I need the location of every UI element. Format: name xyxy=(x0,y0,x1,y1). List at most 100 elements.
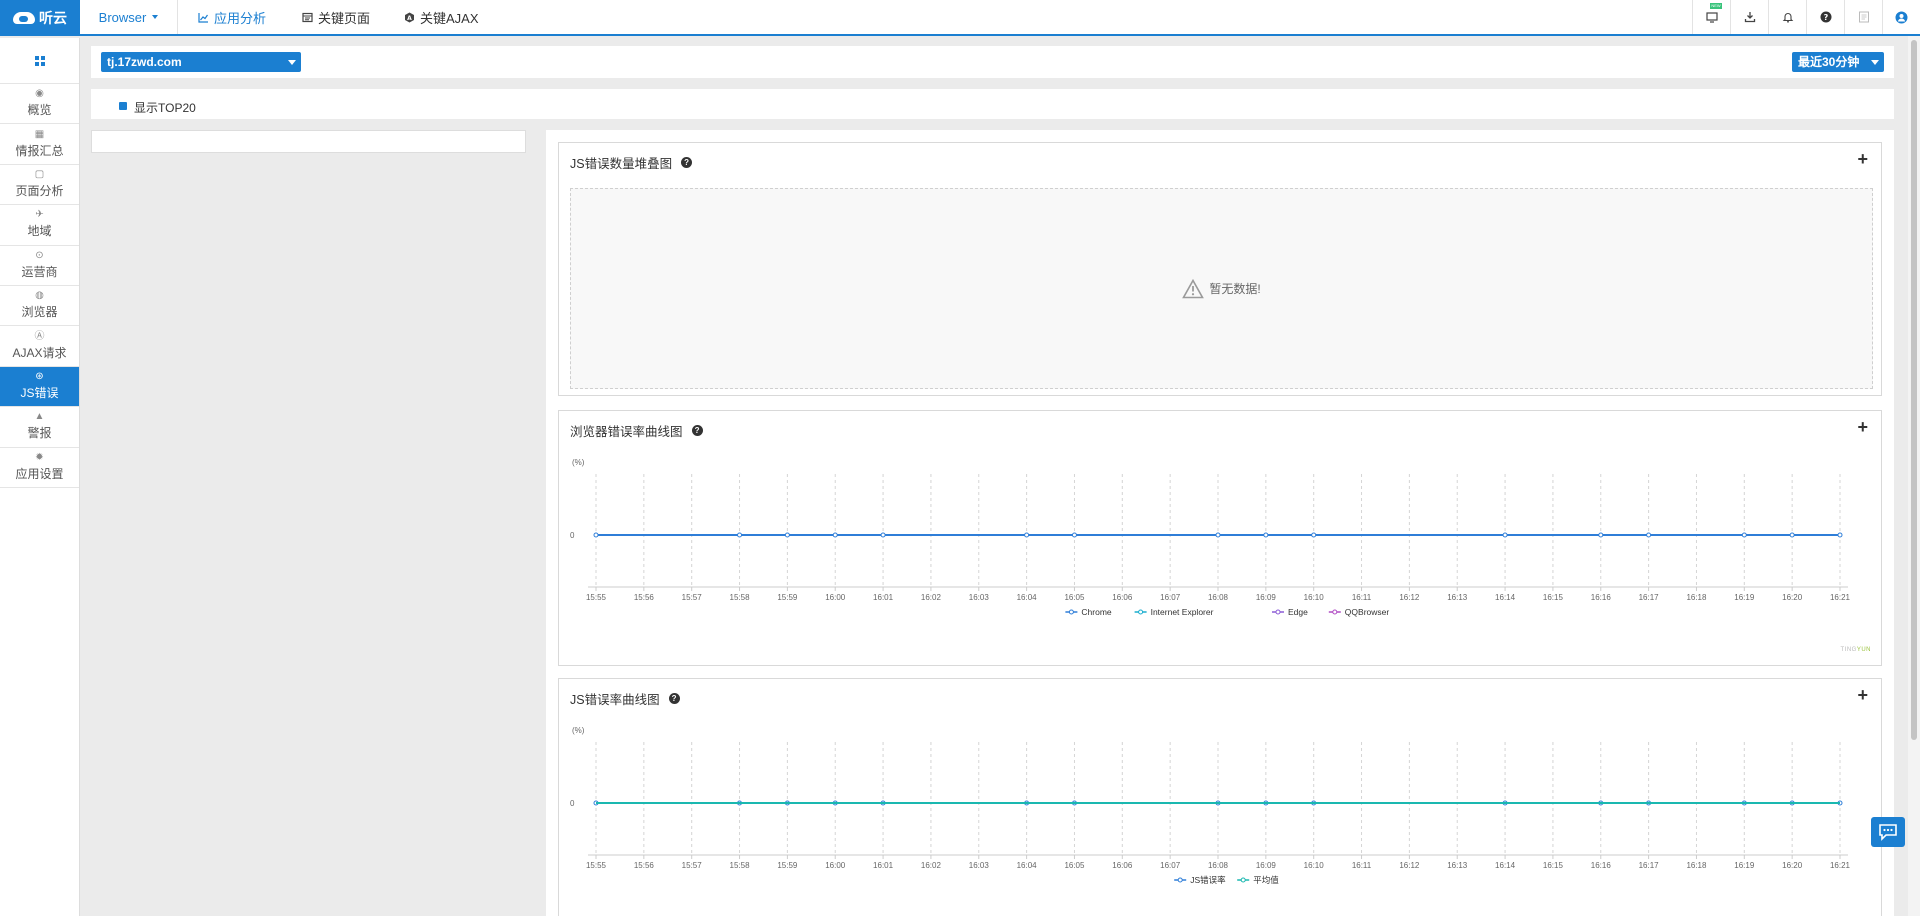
data-point[interactable] xyxy=(1598,532,1604,538)
sidebar-item-1[interactable]: ▦ 情报汇总 xyxy=(0,124,79,165)
add-to-dashboard-button[interactable]: + xyxy=(1857,150,1868,168)
legend-item-0[interactable]: Chrome xyxy=(1065,607,1112,617)
x-tick-label: 16:17 xyxy=(1639,861,1660,870)
help-icon[interactable]: ? xyxy=(681,157,693,168)
sidebar-item-label: 浏览器 xyxy=(21,305,58,320)
x-tick-label: 16:19 xyxy=(1734,593,1755,602)
data-point[interactable] xyxy=(1263,532,1269,538)
sidebar-app-grid-button[interactable] xyxy=(0,38,79,84)
legend-label: Edge xyxy=(1288,607,1308,617)
data-point[interactable] xyxy=(1071,532,1077,538)
caret-down-icon xyxy=(1871,60,1879,65)
watermark-suffix: YUN xyxy=(1856,647,1871,653)
x-tick-label: 16:15 xyxy=(1543,861,1564,870)
app-select-dropdown[interactable]: tj.17zwd.com xyxy=(101,52,301,72)
legend-marker xyxy=(1275,609,1281,615)
legend-item-1[interactable]: Internet Explorer xyxy=(1134,607,1214,617)
sidebar-item-9[interactable]: ✹ 应用设置 xyxy=(0,448,79,488)
ajax-icon: A xyxy=(405,12,414,22)
x-tick-label: 15:59 xyxy=(777,861,798,870)
data-point[interactable] xyxy=(880,532,886,538)
x-tick-label: 16:15 xyxy=(1543,593,1564,602)
bell-icon xyxy=(1782,13,1793,23)
sidebar-item-8[interactable]: ▲ 警报 xyxy=(0,407,79,448)
nav-label: 应用分析 xyxy=(214,10,267,26)
sidebar-item-label: AJAX请求 xyxy=(12,345,67,360)
x-tick-label: 16:16 xyxy=(1591,593,1612,602)
sidebar-item-label: 地域 xyxy=(27,224,52,239)
legend-item-3[interactable]: QQBrowser xyxy=(1328,607,1390,617)
legend-label: JS错误率 xyxy=(1190,875,1226,885)
x-tick-label: 16:00 xyxy=(825,861,846,870)
legend-label: Chrome xyxy=(1081,607,1112,617)
watermark-prefix: TING xyxy=(1840,647,1857,653)
sidebar-item-5[interactable]: ◍ 浏览器 xyxy=(0,286,79,327)
data-point[interactable] xyxy=(1502,532,1508,538)
x-tick-label: 15:56 xyxy=(634,593,655,602)
notifications-button[interactable] xyxy=(1768,0,1806,34)
data-point[interactable] xyxy=(593,532,599,538)
sidebar-menu: ◉ 概览 ▦ 情报汇总 ▢ 页面分析 ✈ 地域 ⊙ 运营商 ◍ 浏览器 Ⓐ AJAX请求 ⊛ JS错误 ▲ 警报 ✹… xyxy=(0,84,79,488)
data-point[interactable] xyxy=(832,532,838,538)
sidebar-item-6[interactable]: Ⓐ AJAX请求 xyxy=(0,326,79,367)
data-point[interactable] xyxy=(1646,532,1652,538)
options-bar: 显示TOP20 xyxy=(91,89,1894,119)
legend-item-0[interactable]: JS错误率 xyxy=(1174,875,1226,885)
x-tick-label: 16:18 xyxy=(1686,593,1707,602)
x-tick-label: 16:14 xyxy=(1495,861,1516,870)
data-point[interactable] xyxy=(1215,532,1221,538)
show-top20-label: 显示TOP20 xyxy=(134,101,196,115)
data-point[interactable] xyxy=(784,532,790,538)
js-error-rate-chart: (%) 0 15:55 15:56 15:57 15:58 15:59 16:00 16:01 1… xyxy=(570,726,1851,885)
legend-item-1[interactable]: 平均值 xyxy=(1237,875,1279,885)
help-button[interactable]: ? xyxy=(1806,0,1844,34)
x-tick-label: 16:06 xyxy=(1112,861,1133,870)
data-point[interactable] xyxy=(737,532,743,538)
sidebar-item-7[interactable]: ⊛ JS错误 xyxy=(0,366,79,408)
help-icon: ? xyxy=(1820,11,1831,23)
sidebar-item-2[interactable]: ▢ 页面分析 xyxy=(0,165,79,206)
x-tick-label: 16:02 xyxy=(921,593,942,602)
data-point[interactable] xyxy=(1741,532,1747,538)
nav-key-ajax[interactable]: A 关键AJAX xyxy=(404,0,479,34)
data-point[interactable] xyxy=(1789,532,1795,538)
x-tick-label: 16:05 xyxy=(1064,593,1085,602)
download-button[interactable] xyxy=(1730,0,1768,34)
x-tick-label: 16:04 xyxy=(1017,861,1038,870)
nav-app-analysis[interactable]: 应用分析 xyxy=(198,0,266,34)
product-menu-label: Browser xyxy=(98,9,147,25)
x-tick-label: 16:21 xyxy=(1830,593,1851,602)
chat-support-button[interactable] xyxy=(1871,817,1905,847)
browser-error-rate-chart: (%) 0 15:55 15:56 15:57 15:58 15:59 16:00 16:01 1… xyxy=(570,458,1851,617)
product-switch-menu[interactable]: Browser xyxy=(80,0,178,34)
data-point[interactable] xyxy=(1311,532,1317,538)
scrollbar-thumb[interactable] xyxy=(1911,40,1917,740)
show-top20-checkbox[interactable] xyxy=(119,102,127,110)
data-point[interactable] xyxy=(1024,532,1030,538)
x-tick-label: 16:05 xyxy=(1064,861,1085,870)
signal-icon: ⊙ xyxy=(35,249,44,261)
report-button[interactable] xyxy=(1844,0,1882,34)
time-range-dropdown[interactable]: 最近30分钟 xyxy=(1792,52,1884,72)
nav-key-pages[interactable]: 关键页面 xyxy=(302,0,370,34)
data-point[interactable] xyxy=(1837,532,1843,538)
eye-icon: ◉ xyxy=(35,88,44,100)
x-tick-label: 16:16 xyxy=(1591,861,1612,870)
js-error-rate-card: JS错误率曲线图? + (%) 0 15:55 15:56 15:57 15:58 15:5… xyxy=(558,678,1882,916)
page-scrollbar[interactable] xyxy=(1908,36,1920,916)
sidebar-item-3[interactable]: ✈ 地域 xyxy=(0,205,79,246)
user-account-button[interactable] xyxy=(1882,0,1920,34)
sidebar-item-0[interactable]: ◉ 概览 xyxy=(0,84,79,125)
caret-down-icon xyxy=(288,60,296,65)
browser-error-rate-card: 浏览器错误率曲线图? + (%) 0 15:55 15:56 15:57 15:58 15:… xyxy=(558,410,1882,666)
screen-new-button[interactable]: NEW xyxy=(1692,0,1730,34)
tingyun-logo[interactable]: 听云 xyxy=(0,0,80,36)
legend-marker xyxy=(1332,609,1338,615)
time-range-value: 最近30分钟 xyxy=(1798,55,1860,69)
x-tick-label: 16:13 xyxy=(1447,861,1468,870)
report-icon xyxy=(1858,11,1869,23)
y-tick-label: 0 xyxy=(570,531,575,540)
x-tick-label: 16:12 xyxy=(1399,593,1420,602)
legend-item-2[interactable]: Edge xyxy=(1272,607,1308,617)
sidebar-item-4[interactable]: ⊙ 运营商 xyxy=(0,246,79,286)
